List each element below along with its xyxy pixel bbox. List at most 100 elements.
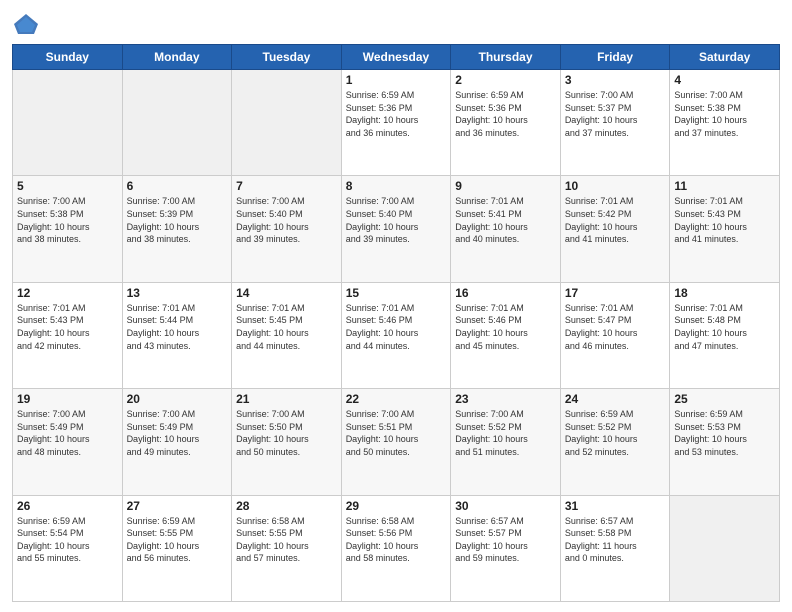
day-number: 11 xyxy=(674,179,775,193)
day-info: Sunrise: 7:00 AM Sunset: 5:39 PM Dayligh… xyxy=(127,195,228,245)
day-info: Sunrise: 7:01 AM Sunset: 5:46 PM Dayligh… xyxy=(455,302,556,352)
day-info: Sunrise: 6:57 AM Sunset: 5:58 PM Dayligh… xyxy=(565,515,666,565)
calendar-week-row: 1 Sunrise: 6:59 AM Sunset: 5:36 PM Daylig… xyxy=(13,70,780,176)
calendar-cell: 27 Sunrise: 6:59 AM Sunset: 5:55 PM Dayli… xyxy=(122,495,232,601)
calendar-cell xyxy=(122,70,232,176)
day-number: 9 xyxy=(455,179,556,193)
calendar-cell: 13 Sunrise: 7:01 AM Sunset: 5:44 PM Dayli… xyxy=(122,282,232,388)
day-info: Sunrise: 7:00 AM Sunset: 5:49 PM Dayligh… xyxy=(17,408,118,458)
weekday-header-saturday: Saturday xyxy=(670,45,780,70)
day-info: Sunrise: 7:00 AM Sunset: 5:49 PM Dayligh… xyxy=(127,408,228,458)
day-info: Sunrise: 7:01 AM Sunset: 5:44 PM Dayligh… xyxy=(127,302,228,352)
calendar-cell: 16 Sunrise: 7:01 AM Sunset: 5:46 PM Dayli… xyxy=(451,282,561,388)
day-number: 2 xyxy=(455,73,556,87)
calendar-cell: 14 Sunrise: 7:01 AM Sunset: 5:45 PM Dayli… xyxy=(232,282,342,388)
calendar-cell: 2 Sunrise: 6:59 AM Sunset: 5:36 PM Daylig… xyxy=(451,70,561,176)
weekday-header-thursday: Thursday xyxy=(451,45,561,70)
day-info: Sunrise: 7:00 AM Sunset: 5:38 PM Dayligh… xyxy=(674,89,775,139)
day-info: Sunrise: 6:59 AM Sunset: 5:36 PM Dayligh… xyxy=(346,89,447,139)
weekday-header-wednesday: Wednesday xyxy=(341,45,451,70)
calendar-cell: 24Sunrise: 6:59 AM Sunset: 5:52 PM Dayli… xyxy=(560,389,670,495)
day-number: 16 xyxy=(455,286,556,300)
calendar-cell: 1 Sunrise: 6:59 AM Sunset: 5:36 PM Daylig… xyxy=(341,70,451,176)
day-number: 4 xyxy=(674,73,775,87)
day-number: 19 xyxy=(17,392,118,406)
day-number: 20 xyxy=(127,392,228,406)
day-number: 3 xyxy=(565,73,666,87)
day-info: Sunrise: 7:00 AM Sunset: 5:51 PM Dayligh… xyxy=(346,408,447,458)
weekday-header-sunday: Sunday xyxy=(13,45,123,70)
day-number: 27 xyxy=(127,499,228,513)
day-info: Sunrise: 7:01 AM Sunset: 5:47 PM Dayligh… xyxy=(565,302,666,352)
calendar-cell: 26Sunrise: 6:59 AM Sunset: 5:54 PM Dayli… xyxy=(13,495,123,601)
day-info: Sunrise: 7:01 AM Sunset: 5:43 PM Dayligh… xyxy=(674,195,775,245)
calendar-cell: 29 Sunrise: 6:58 AM Sunset: 5:56 PM Dayli… xyxy=(341,495,451,601)
weekday-header-tuesday: Tuesday xyxy=(232,45,342,70)
day-number: 13 xyxy=(127,286,228,300)
day-info: Sunrise: 7:01 AM Sunset: 5:42 PM Dayligh… xyxy=(565,195,666,245)
calendar-cell: 11 Sunrise: 7:01 AM Sunset: 5:43 PM Dayli… xyxy=(670,176,780,282)
day-info: Sunrise: 7:00 AM Sunset: 5:38 PM Dayligh… xyxy=(17,195,118,245)
day-number: 15 xyxy=(346,286,447,300)
day-info: Sunrise: 6:58 AM Sunset: 5:56 PM Dayligh… xyxy=(346,515,447,565)
calendar-cell: 9Sunrise: 7:01 AM Sunset: 5:41 PM Daylig… xyxy=(451,176,561,282)
day-info: Sunrise: 7:00 AM Sunset: 5:40 PM Dayligh… xyxy=(236,195,337,245)
calendar-cell: 22 Sunrise: 7:00 AM Sunset: 5:51 PM Dayli… xyxy=(341,389,451,495)
calendar-cell: 8 Sunrise: 7:00 AM Sunset: 5:40 PM Daylig… xyxy=(341,176,451,282)
weekday-header-row: SundayMondayTuesdayWednesdayThursdayFrid… xyxy=(13,45,780,70)
day-number: 5 xyxy=(17,179,118,193)
day-info: Sunrise: 6:59 AM Sunset: 5:36 PM Dayligh… xyxy=(455,89,556,139)
day-info: Sunrise: 6:59 AM Sunset: 5:52 PM Dayligh… xyxy=(565,408,666,458)
day-info: Sunrise: 7:00 AM Sunset: 5:37 PM Dayligh… xyxy=(565,89,666,139)
logo xyxy=(12,10,44,38)
day-info: Sunrise: 7:00 AM Sunset: 5:50 PM Dayligh… xyxy=(236,408,337,458)
logo-icon xyxy=(12,10,40,38)
calendar-week-row: 19 Sunrise: 7:00 AM Sunset: 5:49 PM Dayli… xyxy=(13,389,780,495)
day-info: Sunrise: 7:00 AM Sunset: 5:40 PM Dayligh… xyxy=(346,195,447,245)
calendar-cell xyxy=(13,70,123,176)
calendar-cell: 31 Sunrise: 6:57 AM Sunset: 5:58 PM Dayli… xyxy=(560,495,670,601)
calendar-cell: 17 Sunrise: 7:01 AM Sunset: 5:47 PM Dayli… xyxy=(560,282,670,388)
calendar-cell: 30Sunrise: 6:57 AM Sunset: 5:57 PM Dayli… xyxy=(451,495,561,601)
calendar-header xyxy=(12,10,780,38)
calendar-week-row: 5 Sunrise: 7:00 AM Sunset: 5:38 PM Daylig… xyxy=(13,176,780,282)
day-info: Sunrise: 7:01 AM Sunset: 5:45 PM Dayligh… xyxy=(236,302,337,352)
day-number: 6 xyxy=(127,179,228,193)
day-number: 28 xyxy=(236,499,337,513)
day-number: 12 xyxy=(17,286,118,300)
calendar-cell xyxy=(670,495,780,601)
calendar-cell: 7Sunrise: 7:00 AM Sunset: 5:40 PM Daylig… xyxy=(232,176,342,282)
day-number: 21 xyxy=(236,392,337,406)
calendar-week-row: 26Sunrise: 6:59 AM Sunset: 5:54 PM Dayli… xyxy=(13,495,780,601)
day-info: Sunrise: 6:59 AM Sunset: 5:55 PM Dayligh… xyxy=(127,515,228,565)
day-number: 18 xyxy=(674,286,775,300)
day-number: 8 xyxy=(346,179,447,193)
calendar-cell: 6 Sunrise: 7:00 AM Sunset: 5:39 PM Daylig… xyxy=(122,176,232,282)
day-number: 22 xyxy=(346,392,447,406)
weekday-header-monday: Monday xyxy=(122,45,232,70)
calendar-page: SundayMondayTuesdayWednesdayThursdayFrid… xyxy=(0,0,792,612)
day-number: 29 xyxy=(346,499,447,513)
calendar-cell: 15 Sunrise: 7:01 AM Sunset: 5:46 PM Dayli… xyxy=(341,282,451,388)
calendar-cell: 12Sunrise: 7:01 AM Sunset: 5:43 PM Dayli… xyxy=(13,282,123,388)
day-info: Sunrise: 7:01 AM Sunset: 5:48 PM Dayligh… xyxy=(674,302,775,352)
weekday-header-friday: Friday xyxy=(560,45,670,70)
day-info: Sunrise: 7:01 AM Sunset: 5:46 PM Dayligh… xyxy=(346,302,447,352)
calendar-cell: 3 Sunrise: 7:00 AM Sunset: 5:37 PM Daylig… xyxy=(560,70,670,176)
calendar-table: SundayMondayTuesdayWednesdayThursdayFrid… xyxy=(12,44,780,602)
day-number: 14 xyxy=(236,286,337,300)
day-number: 1 xyxy=(346,73,447,87)
day-number: 31 xyxy=(565,499,666,513)
day-number: 23 xyxy=(455,392,556,406)
day-number: 30 xyxy=(455,499,556,513)
calendar-cell: 18 Sunrise: 7:01 AM Sunset: 5:48 PM Dayli… xyxy=(670,282,780,388)
day-number: 10 xyxy=(565,179,666,193)
day-info: Sunrise: 6:59 AM Sunset: 5:53 PM Dayligh… xyxy=(674,408,775,458)
day-number: 17 xyxy=(565,286,666,300)
calendar-cell: 10 Sunrise: 7:01 AM Sunset: 5:42 PM Dayli… xyxy=(560,176,670,282)
day-info: Sunrise: 6:58 AM Sunset: 5:55 PM Dayligh… xyxy=(236,515,337,565)
calendar-cell: 28 Sunrise: 6:58 AM Sunset: 5:55 PM Dayli… xyxy=(232,495,342,601)
day-number: 25 xyxy=(674,392,775,406)
calendar-cell: 25 Sunrise: 6:59 AM Sunset: 5:53 PM Dayli… xyxy=(670,389,780,495)
calendar-cell: 21 Sunrise: 7:00 AM Sunset: 5:50 PM Dayli… xyxy=(232,389,342,495)
